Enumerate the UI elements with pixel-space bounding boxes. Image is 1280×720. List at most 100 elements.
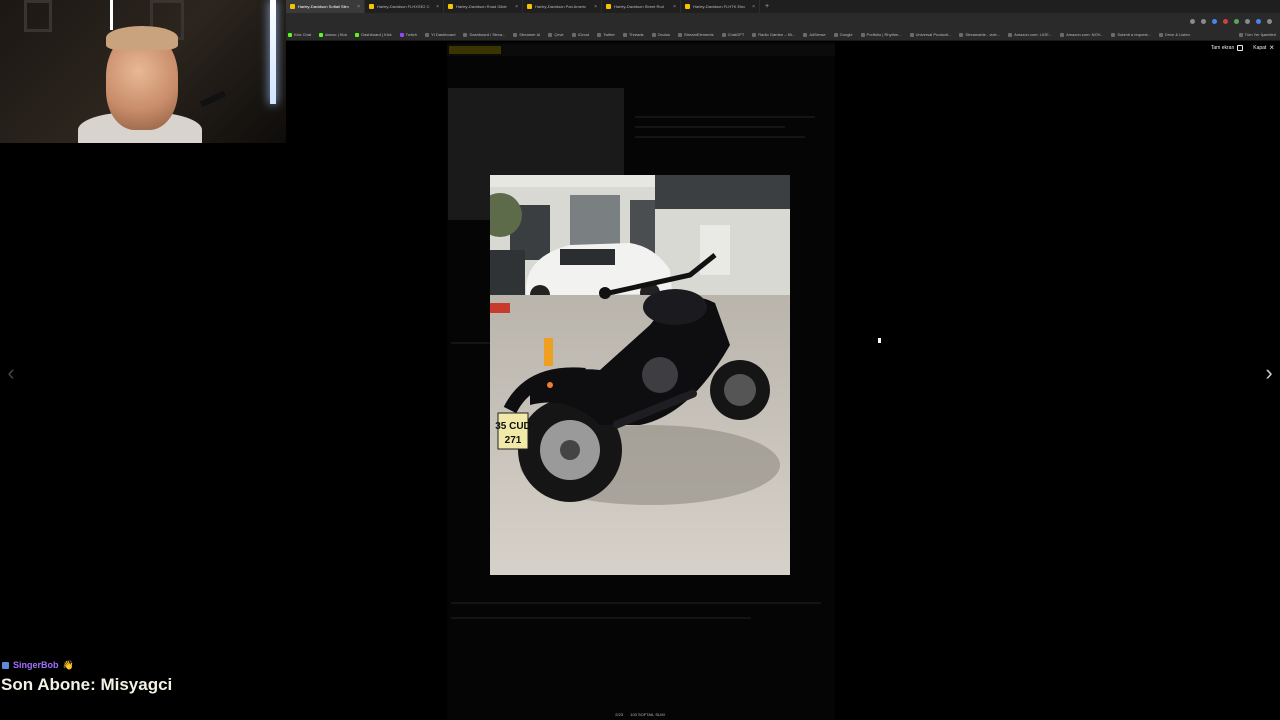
fullscreen-label: Tam ekran (1210, 45, 1235, 51)
bookmark-label: Yt Dashboard (431, 32, 456, 37)
bookmark-item[interactable]: iCloud (571, 32, 589, 37)
bookmark-item[interactable]: Universal Producti... (909, 32, 952, 37)
bookmark-item[interactable]: Dashboard | Kick (355, 32, 392, 37)
close-button[interactable]: Kapat × (1253, 44, 1274, 52)
bookmark-item[interactable]: Radio Garden – Kli... (752, 32, 795, 37)
browser-tab[interactable]: Harley-Davidson FLHXSE2 C × (365, 0, 444, 13)
studio-light (270, 0, 276, 104)
profile-icon[interactable] (1256, 18, 1261, 24)
new-tab-button[interactable]: + (760, 3, 774, 10)
bookmark-item[interactable]: Kick Chat (288, 32, 311, 37)
next-image-button[interactable]: › (1262, 362, 1276, 384)
tab-title: Harley-Davidson FLHTK Elec (693, 4, 746, 9)
close-tab-icon[interactable]: × (752, 4, 755, 10)
extensions-puzzle-icon[interactable] (1245, 18, 1250, 24)
close-tab-icon[interactable]: × (673, 4, 676, 10)
browser-tab[interactable]: Harley-Davidson Street Rod × (602, 0, 681, 13)
stream-overlay: SingerBob 👋 Son Abone: Misyagci (0, 656, 172, 696)
bookmark-item[interactable]: Submit a request... (1111, 32, 1151, 37)
kick-icon (288, 32, 292, 37)
bookmark-item[interactable]: Google (833, 32, 853, 37)
bookmark-label: sisnac | Kick (325, 32, 348, 37)
bookmark-favicon-icon (1008, 32, 1013, 37)
extension-icon[interactable] (1212, 18, 1217, 24)
bookmark-item[interactable]: Twitter (597, 32, 615, 37)
bookmark-label: Streamer AI (519, 32, 541, 37)
close-label: Kapat (1253, 45, 1267, 51)
bookmark-item[interactable]: StreamElements (678, 32, 714, 37)
bookmark-item[interactable]: Portfolio | Rhythm... (860, 32, 902, 37)
bookmark-favicon-icon (1111, 32, 1116, 37)
license-plate-line1: 35 CUD (495, 421, 531, 432)
bookmark-favicon-icon (1060, 32, 1065, 37)
tab-favicon-icon (606, 4, 611, 9)
bookmark-favicon-icon (721, 32, 726, 37)
extension-icon[interactable] (1234, 18, 1239, 24)
bookmark-item[interactable]: ChatGPT (721, 32, 744, 37)
tab-favicon-icon (290, 4, 295, 9)
star-icon[interactable] (1201, 18, 1206, 24)
bookmark-label: AdSense (809, 32, 826, 37)
browser-tab[interactable]: Harley-Davidson FLHTK Elec × (681, 0, 760, 13)
bookmark-item[interactable]: Oculus (651, 32, 671, 37)
dimmed-text-line (635, 116, 815, 118)
close-tab-icon[interactable]: × (357, 4, 360, 10)
bookmark-item[interactable]: AdSense (803, 32, 826, 37)
tab-favicon-icon (448, 4, 453, 9)
bookmark-favicon-icon (1158, 32, 1163, 37)
browser-tab[interactable]: Harley-Davidson Pan Americ × (523, 0, 602, 13)
bookmark-favicon-icon (513, 32, 518, 37)
bookmark-item[interactable]: Yt Dashboard (425, 32, 455, 37)
bookmark-favicon-icon (571, 32, 576, 37)
bookmark-label: Submit a request... (1117, 32, 1151, 37)
bookmark-favicon-icon (909, 32, 914, 37)
bookmark-favicon-icon (833, 32, 838, 37)
all-bookmarks-button[interactable]: Tüm Yer İşaretleri (1238, 32, 1280, 37)
zoom-icon[interactable] (1190, 18, 1195, 24)
bookmark-item[interactable]: Amazon.com: LIGE... (1008, 32, 1052, 37)
bookmark-favicon-icon (622, 32, 627, 37)
bookmark-label: Universal Producti... (915, 32, 952, 37)
image-caption: 103 SOFTAIL SLIM (630, 712, 665, 717)
bookmark-label: Oculus (657, 32, 671, 37)
bookmark-item[interactable]: Amazon.com: NOV... (1060, 32, 1103, 37)
bookmark-item[interactable]: sisnac | Kick (319, 32, 347, 37)
dimmed-text-line (451, 602, 821, 604)
microphone (199, 90, 227, 108)
dimmed-text-line (635, 126, 785, 128)
extension-icon[interactable] (1223, 18, 1228, 24)
kick-icon (319, 32, 324, 37)
browser-tab[interactable]: Harley-Davidson Road Glide × (444, 0, 523, 13)
bookmark-item[interactable]: Drive & Listen (1158, 32, 1190, 37)
tab-favicon-icon (527, 4, 532, 9)
wave-emote-icon: 👋 (62, 659, 74, 670)
menu-dots-icon[interactable] (1267, 18, 1272, 24)
webcam-feed (0, 0, 286, 143)
browser-tab[interactable]: Harley-Davidson Softail Slim × (286, 0, 365, 13)
bookmark-item[interactable]: Dashboard / Strea... (463, 32, 505, 37)
bookmark-item[interactable]: Streamable - vide... (959, 32, 1000, 37)
tab-favicon-icon (369, 4, 374, 9)
dimmed-text-line (451, 617, 751, 619)
fullscreen-button[interactable]: Tam ekran (1210, 45, 1244, 51)
bookmark-favicon-icon (463, 32, 468, 37)
bookmark-item[interactable]: Twitch (399, 32, 418, 37)
bookmark-item[interactable]: Streamer AI (513, 32, 540, 37)
bookmark-favicon-icon (548, 32, 553, 37)
bookmark-item[interactable]: Threads (622, 32, 644, 37)
bookmarks-bar: Kick Chat sisnac | Kick Dashboard | Kick… (286, 29, 1280, 41)
bookmark-label: Kick Chat (294, 32, 312, 37)
close-tab-icon[interactable]: × (515, 4, 518, 10)
image-counter: 2/23 103 SOFTAIL SLIM (0, 712, 1280, 717)
close-tab-icon[interactable]: × (436, 4, 439, 10)
bookmark-label: Twitch (405, 32, 418, 37)
streamer-hair (106, 26, 178, 50)
close-tab-icon[interactable]: × (594, 4, 597, 10)
previous-image-button[interactable]: ‹ (4, 362, 18, 384)
bookmark-label: Radio Garden – Kli... (758, 32, 796, 37)
bookmark-label: Drive & Listen (1164, 32, 1190, 37)
dimmed-text-line (635, 136, 805, 138)
browser-toolbar (286, 13, 1280, 29)
bookmark-label: StreamElements (684, 32, 714, 37)
bookmark-item[interactable]: Çevir (548, 32, 564, 37)
